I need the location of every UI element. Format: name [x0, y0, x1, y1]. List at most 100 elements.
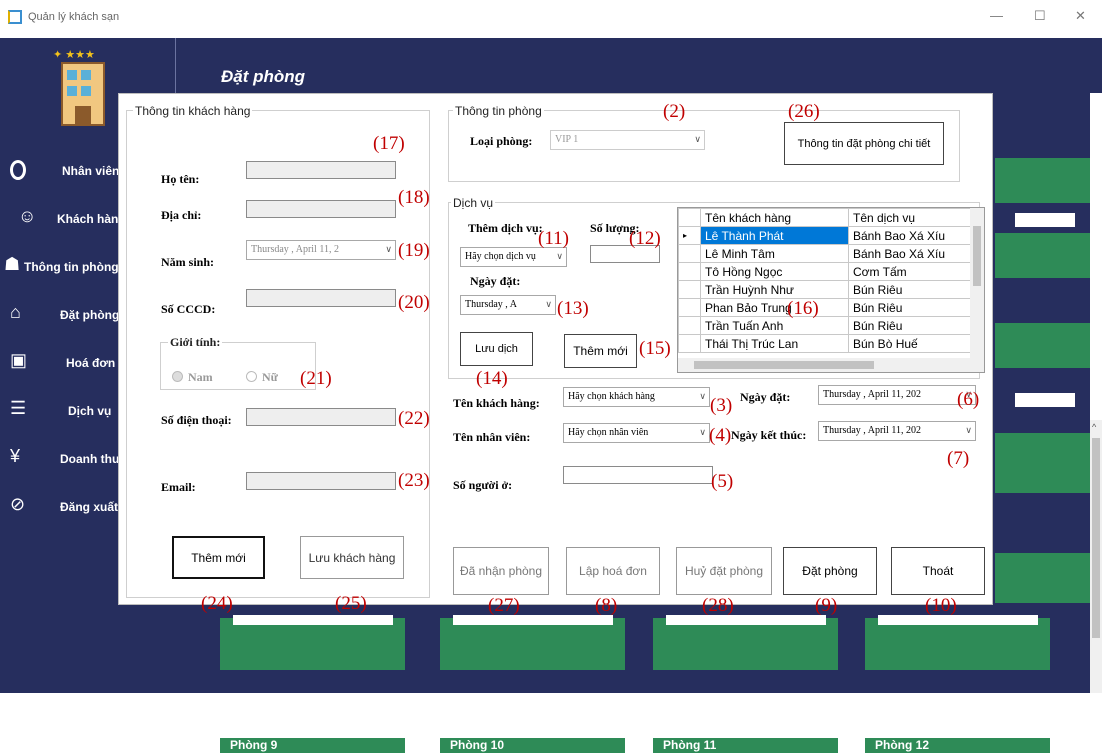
ring-icon — [10, 160, 26, 180]
cccd-field[interactable] — [246, 289, 396, 307]
people-count-field[interactable] — [563, 466, 713, 484]
service-select[interactable]: Hãy chọn dịch vụ ∨ — [460, 247, 567, 267]
email-field[interactable] — [246, 472, 396, 490]
booking-date-value: Thursday , April 11, 202 — [823, 389, 921, 400]
table-vertical-scrollbar[interactable] — [970, 208, 984, 358]
male-radio[interactable] — [172, 371, 183, 382]
booking-date-label: Ngày đặt: — [740, 390, 791, 404]
employee-select-value: Hãy chọn nhân viên — [568, 427, 649, 438]
annotation-4: (4) — [709, 425, 732, 446]
column-header[interactable]: Tên dịch vụ — [848, 208, 974, 227]
table-cell: Bún Riêu — [848, 280, 974, 299]
annotation-3: (3) — [710, 395, 733, 416]
annotation-8: (8) — [595, 595, 618, 616]
room-type-label: Loại phòng: — [470, 134, 533, 148]
vertical-scrollbar[interactable]: ^ — [1090, 420, 1102, 693]
customer-select-value: Hãy chọn khách hàng — [568, 391, 655, 402]
phone-label: Số điện thoại: — [161, 413, 232, 427]
add-service-label: Thêm dịch vụ: — [468, 221, 543, 235]
booking-date-picker[interactable]: Thursday , April 11, 202 ∨ — [818, 385, 976, 405]
save-customer-button[interactable]: Lưu khách hàng — [300, 536, 404, 579]
column-header[interactable]: Tên khách hàng — [700, 208, 849, 227]
table-row[interactable]: Phan Bảo Trung Bún Riêu — [678, 298, 974, 317]
booking-detail-button[interactable]: Thông tin đặt phòng chi tiết — [784, 122, 944, 165]
annotation-11: (11) — [538, 228, 569, 249]
close-button[interactable]: ✕ — [1075, 8, 1086, 24]
female-radio[interactable] — [246, 371, 257, 382]
room-type-value: VIP 1 — [555, 134, 579, 145]
employee-select[interactable]: Hãy chọn nhân viên ∨ — [563, 423, 710, 443]
phone-field[interactable] — [246, 408, 396, 426]
annotation-24: (24) — [201, 593, 233, 614]
create-invoice-button[interactable]: Lập hoá đơn — [566, 547, 660, 595]
birth-date-value: Thursday , April 11, 2 — [251, 244, 339, 255]
table-cell: Bún Riêu — [848, 298, 974, 317]
minimize-button[interactable]: — — [990, 8, 1003, 23]
annotation-18: (18) — [398, 187, 430, 208]
table-cell: Phan Bảo Trung — [700, 298, 849, 317]
chevron-down-icon: ∨ — [965, 425, 972, 435]
annotation-17: (17) — [373, 133, 405, 154]
annotation-22: (22) — [398, 408, 430, 429]
annotation-27: (27) — [488, 595, 520, 616]
row-selector: ▸ — [678, 226, 701, 245]
annotation-14: (14) — [476, 368, 508, 389]
sidebar-item-label: Hoá đơn — [66, 356, 116, 370]
exit-button[interactable]: Thoát — [891, 547, 985, 595]
address-field[interactable] — [246, 200, 396, 218]
cccd-label: Số CCCD: — [161, 302, 216, 316]
table-row[interactable]: Trần Tuấn Anh Bún Riêu — [678, 316, 974, 335]
end-date-label: Ngày kết thúc: — [731, 428, 807, 442]
table-row[interactable]: Trần Huỳnh Như Bún Riêu — [678, 280, 974, 299]
annotation-2: (2) — [663, 101, 686, 122]
sidebar-item-label: Đặt phòng — [60, 308, 120, 322]
table-row[interactable]: ▸ Lê Thành Phát Bánh Bao Xá Xíu — [678, 226, 974, 245]
name-field[interactable] — [246, 161, 396, 179]
room-label: Phòng 11 — [653, 738, 838, 753]
customer-icon: ☺ — [18, 206, 37, 226]
annotation-25: (25) — [335, 593, 367, 614]
chevron-up-icon[interactable]: ^ — [1092, 422, 1096, 432]
sidebar-item-label: Thông tin phòng — [24, 260, 119, 274]
service-date-value: Thursday , A — [465, 299, 517, 310]
customer-select[interactable]: Hãy chọn khách hàng ∨ — [563, 387, 710, 407]
service-select-value: Hãy chọn dịch vụ — [465, 251, 536, 262]
chevron-down-icon: ∨ — [694, 134, 701, 144]
employee-name-label: Tên nhân viên: — [453, 430, 531, 444]
hotel-logo-icon: ✦ ★★★ — [53, 48, 123, 128]
birth-year-label: Năm sinh: — [161, 255, 215, 269]
add-customer-button[interactable]: Thêm mới — [172, 536, 265, 579]
table-row[interactable]: Thái Thị Trúc Lan Bún Bò Huế — [678, 334, 974, 353]
service-date-picker[interactable]: Thursday , A ∨ — [460, 295, 556, 315]
service-table[interactable]: Tên khách hàng Tên dịch vụ ▸ Lê Thành Phá… — [677, 207, 985, 373]
window-title: Quản lý khách sạn — [28, 11, 120, 23]
annotation-6: (6) — [957, 389, 980, 410]
sidebar-item-label: Nhân viên — [62, 164, 120, 178]
chevron-down-icon: ∨ — [699, 391, 706, 401]
table-cell: Cơm Tấm — [848, 262, 974, 281]
room-group-title: Thông tin phòng — [453, 104, 544, 118]
table-cell: Bánh Bao Xá Xíu — [848, 226, 974, 245]
email-label: Email: — [161, 480, 196, 494]
revenue-icon: ¥ — [10, 446, 21, 466]
gender-label: Giới tính: — [168, 335, 223, 350]
chevron-down-icon: ∨ — [545, 299, 552, 309]
service-group-title: Dịch vụ — [451, 196, 496, 210]
birth-date-picker[interactable]: Thursday , April 11, 2 ∨ — [246, 240, 396, 260]
table-cell: Tô Hồng Ngọc — [700, 262, 849, 281]
money-icon: ▣ — [10, 350, 28, 370]
room-type-select[interactable]: VIP 1 ∨ — [550, 130, 705, 150]
cancel-booking-button[interactable]: Huỷ đặt phòng — [676, 547, 772, 595]
maximize-button[interactable]: ☐ — [1034, 8, 1046, 24]
annotation-20: (20) — [398, 292, 430, 313]
table-cell: Bánh Bao Xá Xíu — [848, 244, 974, 263]
table-row[interactable]: Tô Hồng Ngọc Cơm Tấm — [678, 262, 974, 281]
table-horizontal-scrollbar[interactable] — [678, 358, 984, 372]
book-room-button[interactable]: Đặt phòng — [783, 547, 877, 595]
end-date-picker[interactable]: Thursday , April 11, 202 ∨ — [818, 421, 976, 441]
new-service-button[interactable]: Thêm mới — [564, 334, 637, 368]
save-service-button[interactable]: Lưu dịch — [460, 332, 533, 366]
sidebar-item-label: Doanh thu — [60, 452, 120, 466]
table-row[interactable]: Lê Minh Tâm Bánh Bao Xá Xíu — [678, 244, 974, 263]
checked-in-button[interactable]: Đã nhận phòng — [453, 547, 549, 595]
